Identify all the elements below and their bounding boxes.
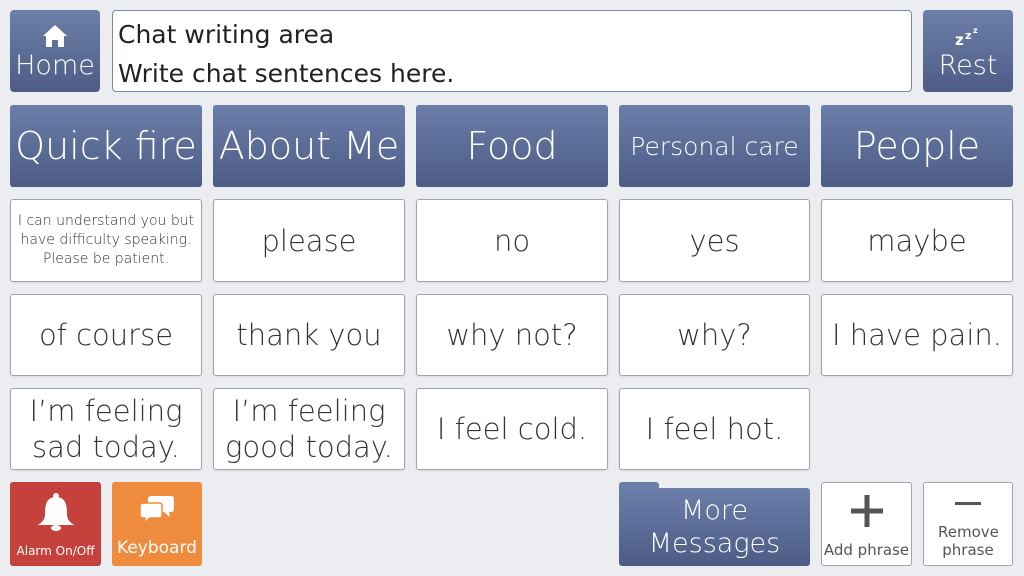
- sleep-zzz-icon: z z z: [953, 21, 983, 51]
- phrase-button[interactable]: why not?: [416, 294, 608, 376]
- add-phrase-label: Add phrase: [823, 541, 910, 559]
- alarm-label: Alarm On/Off: [16, 544, 95, 558]
- phrase-button[interactable]: of course: [10, 294, 202, 376]
- phrase-button[interactable]: I feel cold.: [416, 388, 608, 470]
- phrase-button[interactable]: why?: [619, 294, 810, 376]
- add-phrase-button[interactable]: Add phrase: [821, 482, 912, 566]
- remove-phrase-button[interactable]: Remove phrase: [923, 482, 1013, 566]
- category-quick-fire[interactable]: Quick fire: [10, 105, 202, 187]
- rest-button[interactable]: z z z Rest: [923, 10, 1013, 92]
- plus-icon: [849, 493, 885, 533]
- svg-text:z: z: [955, 31, 964, 48]
- svg-text:z: z: [973, 26, 978, 35]
- more-messages-button[interactable]: More Messages: [619, 488, 810, 566]
- rest-label: Rest: [938, 50, 998, 81]
- category-people[interactable]: People: [821, 105, 1013, 187]
- chat-placeholder: Write chat sentences here.: [118, 59, 455, 88]
- phrase-button[interactable]: I feel hot.: [619, 388, 810, 470]
- phrase-button[interactable]: I’m feeling good today.: [213, 388, 405, 470]
- keyboard-button[interactable]: Keyboard: [112, 482, 202, 566]
- category-food[interactable]: Food: [416, 105, 608, 187]
- phrase-button[interactable]: thank you: [213, 294, 405, 376]
- home-icon: [42, 21, 68, 51]
- phrase-button[interactable]: yes: [619, 199, 810, 282]
- category-about-me[interactable]: About Me: [213, 105, 405, 187]
- category-personal-care[interactable]: Personal care: [619, 105, 810, 187]
- home-label: Home: [15, 50, 95, 81]
- svg-text:z: z: [965, 29, 971, 42]
- remove-phrase-label: Remove phrase: [938, 523, 999, 559]
- keyboard-label: Keyboard: [117, 538, 197, 558]
- phrase-button[interactable]: no: [416, 199, 608, 282]
- chat-title: Chat writing area: [118, 20, 335, 49]
- phrase-button[interactable]: please: [213, 199, 405, 282]
- chat-writing-area[interactable]: Chat writing area Write chat sentences h…: [112, 10, 912, 92]
- alarm-button[interactable]: Alarm On/Off: [10, 482, 101, 566]
- phrase-button[interactable]: maybe: [821, 199, 1013, 282]
- phrase-button[interactable]: I can understand you but have difficulty…: [10, 199, 202, 282]
- chat-bubbles-icon: [139, 494, 175, 528]
- minus-icon: [955, 492, 981, 511]
- phrase-button[interactable]: I have pain.: [821, 294, 1013, 376]
- bell-icon: [34, 492, 78, 536]
- home-button[interactable]: Home: [10, 10, 100, 92]
- phrase-button[interactable]: I’m feeling sad today.: [10, 388, 202, 470]
